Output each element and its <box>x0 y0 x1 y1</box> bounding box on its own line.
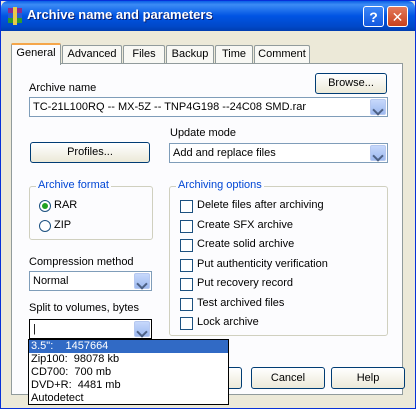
split-option-dvd[interactable]: DVD+R: 4481 mb <box>29 379 228 392</box>
chevron-down-icon[interactable] <box>370 145 386 161</box>
delete-files-checkbox[interactable] <box>180 200 193 213</box>
test-files-label: Test archived files <box>197 297 285 309</box>
tab-files[interactable]: Files <box>123 45 165 63</box>
rar-radio[interactable] <box>39 200 51 212</box>
recovery-record-label: Put recovery record <box>197 277 293 289</box>
update-mode-select[interactable]: Add and replace files <box>169 143 388 163</box>
authenticity-checkbox[interactable] <box>180 259 193 272</box>
tab-time[interactable]: Time <box>215 45 253 63</box>
zip-radio[interactable] <box>39 220 51 232</box>
lock-archive-checkbox[interactable] <box>180 317 193 330</box>
update-mode-label: Update mode <box>170 127 237 139</box>
create-solid-label: Create solid archive <box>197 238 295 250</box>
split-option-floppy[interactable]: 3.5": 1457664 <box>29 340 228 353</box>
help-button[interactable]: Help <box>331 367 405 389</box>
chevron-down-icon[interactable] <box>134 273 150 289</box>
close-button[interactable]: ✕ <box>387 6 408 27</box>
archive-name-combo[interactable]: TC-21L100RQ -- MX-5Z -- TNP4G198 --24C08… <box>29 97 388 117</box>
split-option-cd700[interactable]: CD700: 700 mb <box>29 366 228 379</box>
lock-archive-label: Lock archive <box>197 316 259 328</box>
compression-select[interactable]: Normal <box>29 271 152 291</box>
recovery-record-checkbox[interactable] <box>180 278 193 291</box>
split-option-autodetect[interactable]: Autodetect <box>29 392 228 405</box>
profiles-button[interactable]: Profiles... <box>30 142 150 163</box>
update-mode-value: Add and replace files <box>173 147 276 159</box>
archive-format-title: Archive format <box>36 179 111 191</box>
split-volumes-dropdown: 3.5": 1457664 Zip100: 98078 kb CD700: 70… <box>28 339 229 405</box>
zip-label: ZIP <box>54 219 72 231</box>
archiving-options-group: Archiving options Delete files after arc… <box>169 179 388 336</box>
tab-comment[interactable]: Comment <box>254 45 310 63</box>
tab-general[interactable]: General <box>11 43 61 65</box>
create-sfx-checkbox[interactable] <box>180 220 193 233</box>
split-option-zip100[interactable]: Zip100: 98078 kb <box>29 353 228 366</box>
compression-value: Normal <box>33 275 69 287</box>
tab-backup[interactable]: Backup <box>166 45 214 63</box>
authenticity-label: Put authenticity verification <box>197 258 328 270</box>
split-value: | <box>33 323 36 335</box>
test-files-checkbox[interactable] <box>180 298 193 311</box>
create-solid-checkbox[interactable] <box>180 239 193 252</box>
chevron-down-icon[interactable] <box>134 321 150 337</box>
archive-name-value: TC-21L100RQ -- MX-5Z -- TNP4G198 --24C08… <box>33 101 307 113</box>
archiving-options-title: Archiving options <box>176 179 264 191</box>
winrar-icon <box>8 7 22 25</box>
split-label: Split to volumes, bytes <box>29 302 140 314</box>
title-bar[interactable]: Archive name and parameters ? ✕ <box>1 1 415 31</box>
split-combo[interactable]: | <box>29 319 152 339</box>
window-title: Archive name and parameters <box>27 7 213 22</box>
create-sfx-label: Create SFX archive <box>197 219 293 231</box>
browse-button[interactable]: Browse... <box>315 73 387 94</box>
help-title-button[interactable]: ? <box>363 6 384 27</box>
archive-format-group: Archive format RAR ZIP <box>29 179 153 240</box>
cancel-button[interactable]: Cancel <box>251 367 325 389</box>
tab-advanced[interactable]: Advanced <box>62 45 122 63</box>
compression-label: Compression method <box>29 256 134 268</box>
rar-label: RAR <box>54 199 78 211</box>
archive-name-label: Archive name <box>29 82 97 94</box>
chevron-down-icon[interactable] <box>370 99 386 115</box>
delete-files-label: Delete files after archiving <box>197 199 324 211</box>
